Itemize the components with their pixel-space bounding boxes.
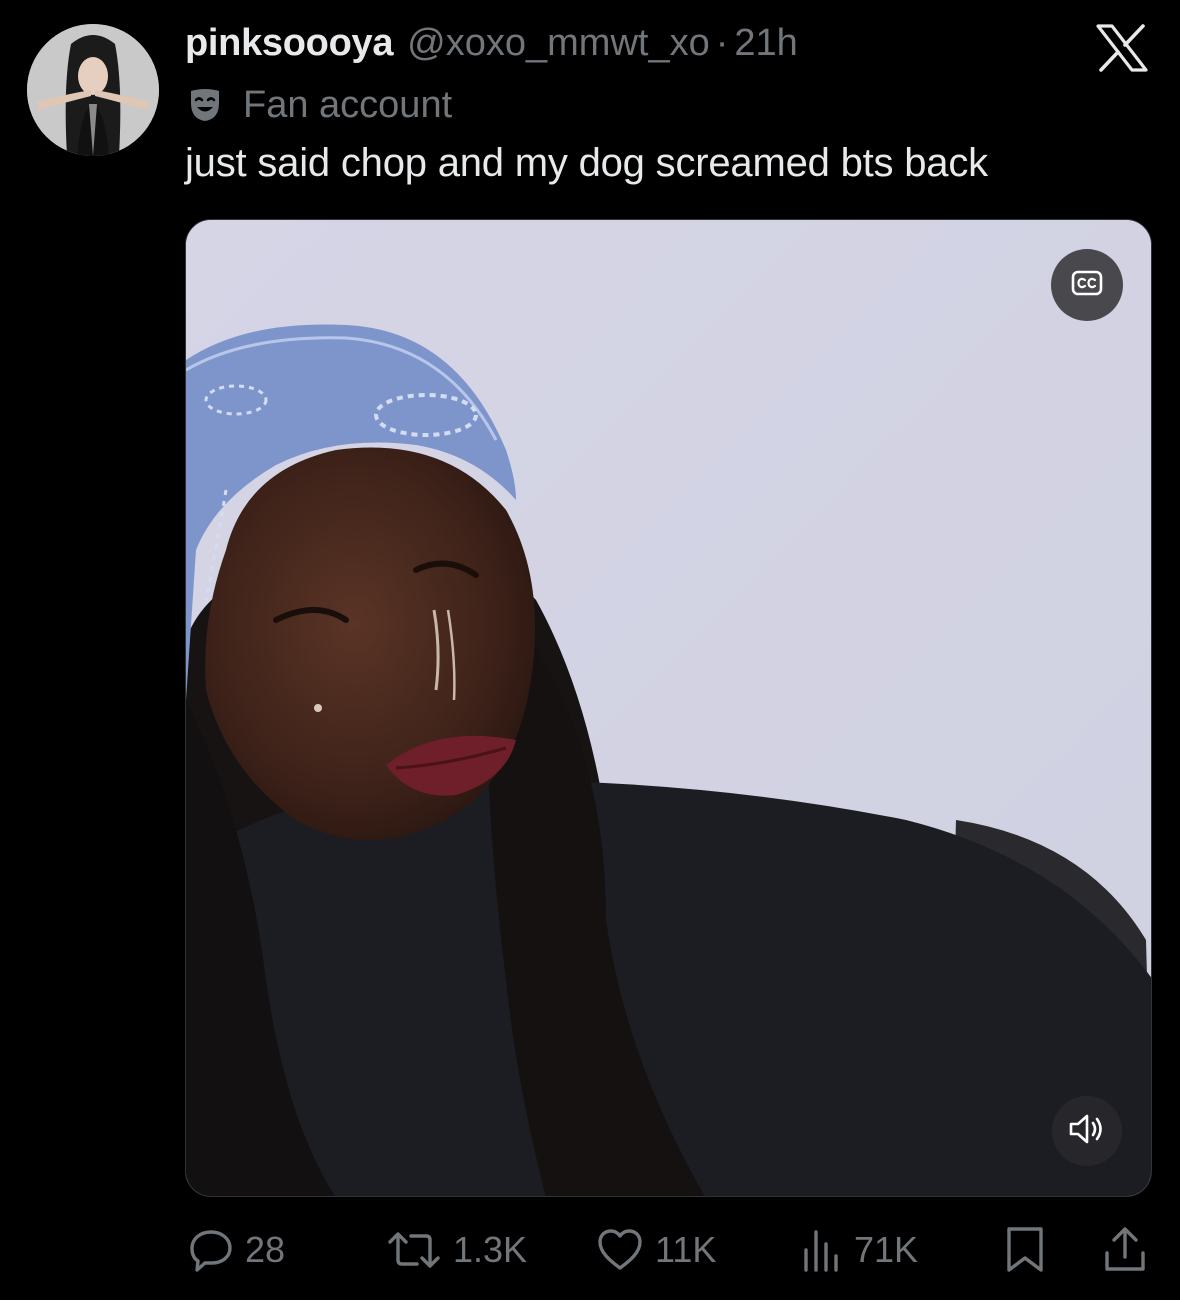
view-count: 71K	[854, 1229, 919, 1270]
tweet-header: pinksoooya @xoxo_mmwt_xo · 21h	[185, 22, 798, 70]
badge-label: Fan account	[243, 83, 453, 126]
timestamp[interactable]: 21h	[734, 22, 797, 65]
reply-bubble-icon	[187, 1226, 235, 1274]
repost-arrows-icon	[385, 1226, 443, 1274]
repost-button[interactable]: 1.3K	[385, 1220, 527, 1280]
closed-captions-icon	[1071, 269, 1103, 302]
tweet-action-bar: 28 1.3K 11K 71K	[185, 1220, 1152, 1280]
bar-chart-icon	[800, 1226, 844, 1274]
like-count: 11K	[655, 1229, 717, 1270]
reply-count: 28	[245, 1229, 286, 1270]
x-logo-icon	[1096, 24, 1148, 72]
tweet-text: just said chop and my dog screamed bts b…	[185, 141, 988, 185]
like-button[interactable]: 11K	[595, 1220, 716, 1280]
share-icon	[1102, 1225, 1148, 1275]
repost-count: 1.3K	[453, 1229, 528, 1270]
avatar[interactable]	[27, 24, 159, 156]
share-button[interactable]	[1102, 1220, 1148, 1280]
theater-mask-icon	[185, 85, 225, 125]
bookmark-button[interactable]	[1003, 1220, 1047, 1280]
heart-icon	[595, 1226, 645, 1274]
speaker-icon	[1068, 1113, 1106, 1150]
video-player[interactable]	[185, 219, 1152, 1197]
bookmark-icon	[1003, 1225, 1047, 1275]
views-button[interactable]: 71K	[800, 1220, 918, 1280]
user-handle[interactable]: @xoxo_mmwt_xo	[407, 22, 710, 65]
separator-dot: ·	[715, 22, 729, 64]
closed-captions-button[interactable]	[1051, 249, 1123, 321]
display-name[interactable]: pinksoooya	[185, 22, 393, 65]
mute-toggle-button[interactable]	[1052, 1096, 1122, 1166]
reply-button[interactable]: 28	[187, 1220, 285, 1280]
account-badge: Fan account	[185, 82, 452, 128]
